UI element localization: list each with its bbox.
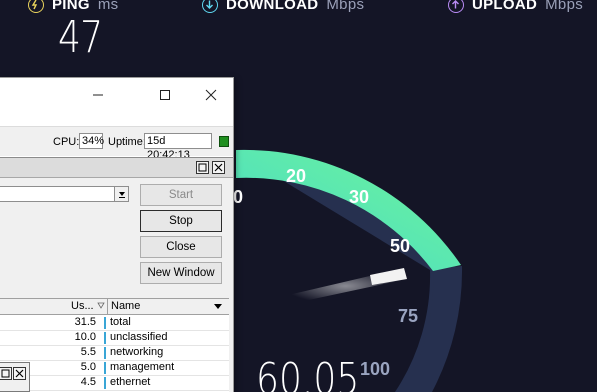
winbox-window: CPU: 34% Uptime: 15d 20:42:13 Start Stop… bbox=[0, 77, 234, 392]
download-metric-header: DOWNLOAD Mbps bbox=[202, 0, 364, 13]
sort-indicator-icon bbox=[97, 302, 105, 309]
ping-icon bbox=[28, 0, 44, 13]
gauge-tick-20: 20 bbox=[286, 166, 306, 186]
table-row[interactable]: 31.5 total bbox=[0, 316, 229, 331]
table-row[interactable]: 10.0 unclassified bbox=[0, 331, 229, 346]
window-titlebar[interactable] bbox=[0, 78, 233, 126]
column-name[interactable]: Name bbox=[111, 300, 140, 312]
table-row[interactable]: 5.0 management bbox=[0, 361, 229, 376]
profile-panel: Start Stop Close New Window Us... Name 3… bbox=[0, 157, 233, 392]
row-name: total bbox=[110, 316, 131, 328]
row-usage: 10.0 bbox=[74, 331, 96, 343]
activity-led bbox=[219, 136, 229, 147]
maximize-icon bbox=[160, 90, 170, 100]
ping-value: 47 bbox=[58, 12, 103, 63]
panel-restore-button[interactable] bbox=[196, 161, 209, 174]
close-button[interactable]: Close bbox=[140, 236, 222, 258]
close-icon bbox=[205, 89, 217, 101]
row-name: unclassified bbox=[110, 331, 168, 343]
profile-table: Us... Name 31.5 total 10.0 unclassified … bbox=[0, 298, 229, 392]
gauge-tick-50: 50 bbox=[390, 236, 410, 256]
interface-select[interactable] bbox=[0, 186, 129, 202]
row-usage: 4.5 bbox=[80, 376, 96, 388]
table-row[interactable]: 5.5 networking bbox=[0, 346, 229, 361]
cpu-value: 34% bbox=[79, 133, 104, 149]
download-arrow-icon bbox=[202, 0, 218, 13]
gauge-tick-0: 0 bbox=[233, 187, 243, 207]
start-button[interactable]: Start bbox=[140, 184, 222, 206]
cpu-label: CPU: bbox=[53, 136, 80, 148]
gauge-tick-30: 30 bbox=[349, 187, 369, 207]
uptime-label: Uptime: bbox=[108, 136, 146, 148]
status-bar: CPU: 34% Uptime: 15d 20:42:13 bbox=[0, 126, 233, 161]
panel-close-button[interactable] bbox=[212, 161, 225, 174]
new-window-button[interactable]: New Window bbox=[140, 262, 222, 284]
uptime-value: 15d 20:42:13 bbox=[144, 133, 212, 161]
stop-button[interactable]: Stop bbox=[140, 210, 222, 232]
dropdown-arrow-icon[interactable] bbox=[114, 187, 128, 201]
gauge-tick-100: 100 bbox=[360, 359, 390, 379]
table-header: Us... Name bbox=[0, 299, 229, 315]
usage-bar bbox=[104, 332, 106, 344]
upload-arrow-icon bbox=[448, 0, 464, 13]
upload-label: UPLOAD bbox=[472, 0, 538, 13]
row-name: ethernet bbox=[110, 376, 151, 388]
sub-dialog-close-button[interactable] bbox=[13, 367, 26, 380]
current-speed-value: 60.05 bbox=[256, 354, 360, 392]
upload-unit: Mbps bbox=[545, 0, 584, 13]
gauge-tick-75: 75 bbox=[398, 306, 418, 326]
usage-bar bbox=[104, 317, 106, 329]
minimize-button[interactable] bbox=[85, 84, 111, 106]
usage-bar bbox=[104, 347, 106, 359]
sub-dialog-window[interactable] bbox=[0, 362, 30, 392]
row-usage: 5.0 bbox=[80, 361, 96, 373]
download-unit: Mbps bbox=[326, 0, 365, 13]
row-name: management bbox=[110, 361, 175, 373]
maximize-button[interactable] bbox=[152, 84, 178, 106]
usage-bar bbox=[104, 377, 106, 389]
panel-titlebar[interactable] bbox=[0, 158, 233, 178]
upload-metric-header: UPLOAD Mbps bbox=[448, 0, 583, 13]
close-window-button[interactable] bbox=[198, 84, 224, 106]
sub-dialog-restore-button[interactable] bbox=[0, 367, 12, 380]
row-usage: 5.5 bbox=[80, 346, 96, 358]
table-row[interactable]: 4.5 ethernet bbox=[0, 376, 229, 391]
row-name: networking bbox=[110, 346, 164, 358]
column-usage[interactable]: Us... bbox=[71, 300, 94, 312]
usage-bar bbox=[104, 362, 106, 374]
row-usage: 31.5 bbox=[74, 316, 96, 328]
download-label: DOWNLOAD bbox=[226, 0, 319, 13]
column-menu-icon[interactable] bbox=[213, 303, 223, 311]
